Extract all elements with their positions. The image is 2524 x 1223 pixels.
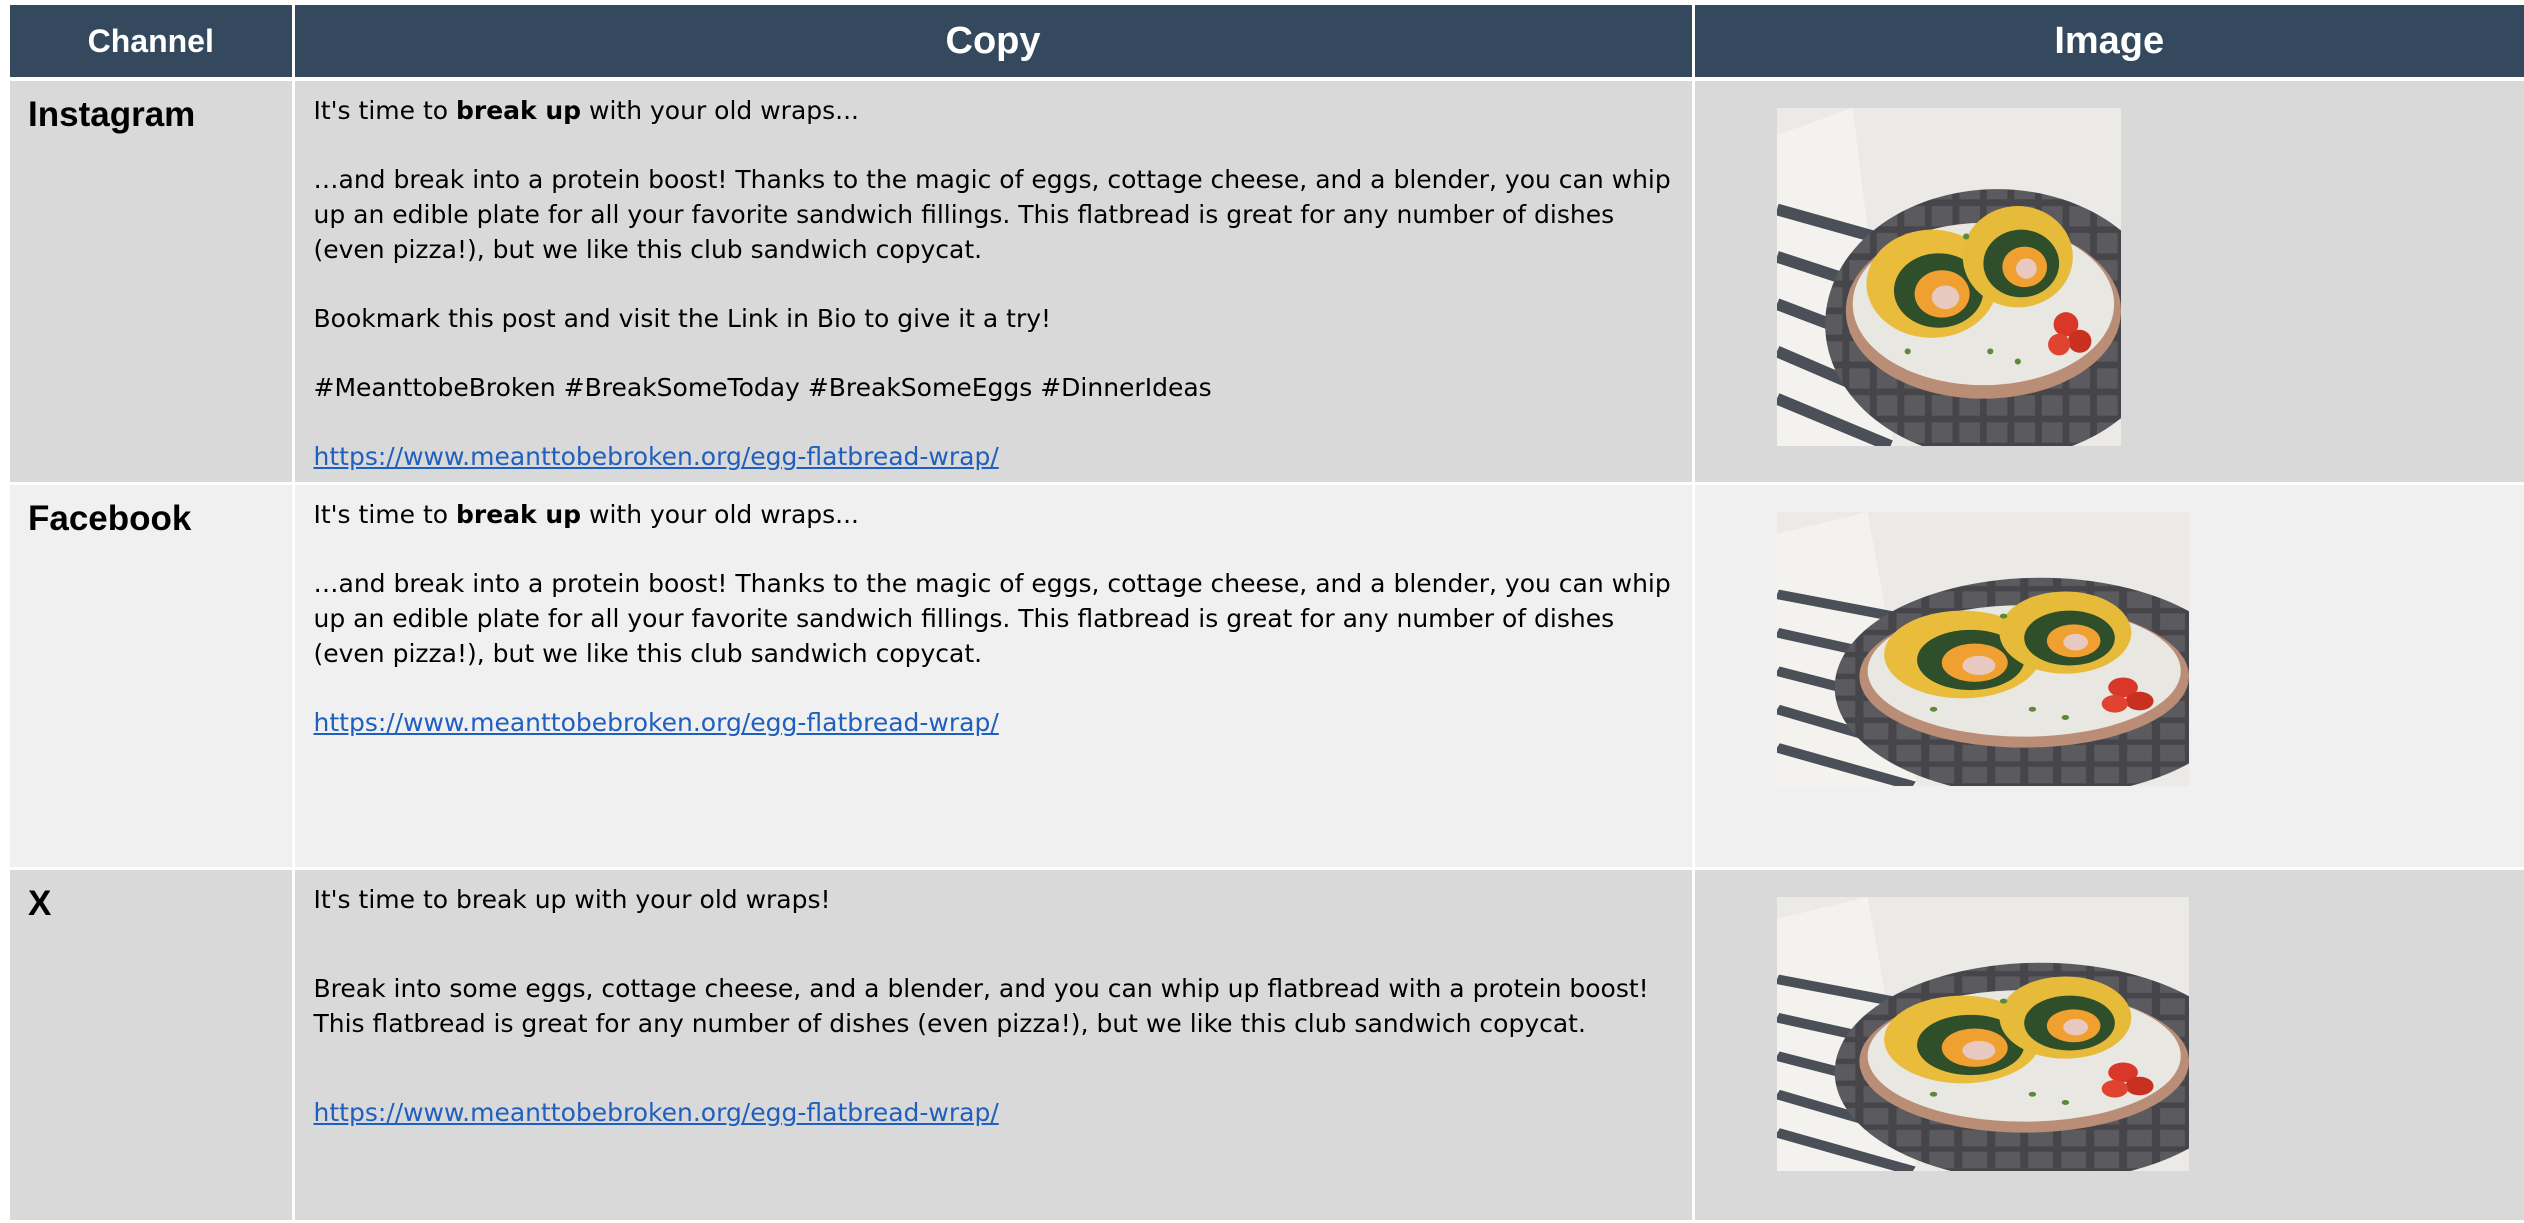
copy-headline: It's time to break up with your old wrap… — [313, 885, 831, 914]
copy-headline: It's time to break up with your old wrap… — [313, 500, 860, 529]
copy-body: Break into some eggs, cottage cheese, an… — [313, 974, 1649, 1038]
food-photo[interactable] — [1777, 108, 2121, 446]
table-row-facebook: Facebook It's time to break up with your… — [10, 483, 2524, 870]
copy-headline: It's time to break up with your old wrap… — [313, 96, 860, 125]
copy-cell[interactable]: It's time to break up with your old wrap… — [293, 79, 1695, 485]
copy-text[interactable]: It's time to break up with your old wrap… — [295, 870, 1692, 1130]
copy-hashtags: #MeanttobeBroken #BreakSomeToday #BreakS… — [313, 373, 1212, 402]
social-copy-table: Channel Copy Image Instagram It's time t… — [10, 5, 2524, 1223]
channel-cell: X — [10, 868, 295, 1223]
food-photo[interactable] — [1777, 897, 2189, 1171]
channel-name: Instagram — [28, 95, 196, 134]
copy-text[interactable]: It's time to break up with your old wrap… — [295, 81, 1692, 474]
channel-name: X — [28, 884, 52, 923]
post-link[interactable]: https://www.meanttobebroken.org/egg-flat… — [314, 1098, 999, 1127]
channel-cell: Facebook — [10, 483, 295, 870]
image-cell[interactable] — [1693, 483, 2524, 870]
table-row-instagram: Instagram It's time to break up with you… — [10, 79, 2524, 485]
table-row-x: X It's time to break up with your old wr… — [10, 868, 2524, 1223]
post-link[interactable]: https://www.meanttobebroken.org/egg-flat… — [314, 708, 999, 737]
header-image: Image — [1693, 5, 2524, 81]
header-copy: Copy — [293, 5, 1695, 81]
image-cell[interactable] — [1693, 868, 2524, 1223]
channel-cell: Instagram — [10, 79, 295, 485]
copy-body: …and break into a protein boost! Thanks … — [313, 165, 1671, 264]
copy-body: …and break into a protein boost! Thanks … — [313, 569, 1671, 668]
header-channel: Channel — [10, 5, 295, 81]
post-link[interactable]: https://www.meanttobebroken.org/egg-flat… — [314, 442, 999, 471]
food-photo[interactable] — [1777, 512, 2189, 786]
channel-name: Facebook — [28, 499, 192, 538]
copy-cell[interactable]: It's time to break up with your old wrap… — [293, 868, 1695, 1223]
copy-text[interactable]: It's time to break up with your old wrap… — [295, 485, 1692, 740]
image-cell[interactable] — [1693, 79, 2524, 485]
copy-cta: Bookmark this post and visit the Link in… — [313, 304, 1052, 333]
header-row: Channel Copy Image — [10, 5, 2524, 81]
copy-cell[interactable]: It's time to break up with your old wrap… — [293, 483, 1695, 870]
